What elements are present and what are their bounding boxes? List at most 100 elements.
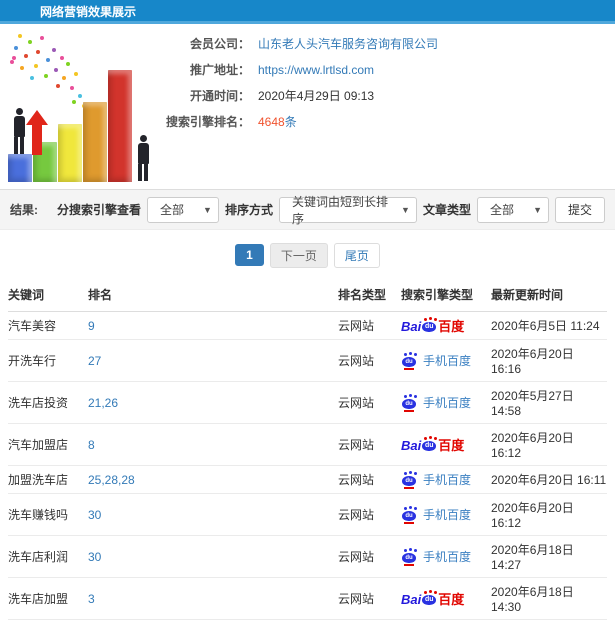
baidu-paw-icon: du — [421, 590, 438, 607]
baidu-logo: Bai du 百度 — [401, 317, 465, 334]
keyword-cell: 洗车赚钱吗 — [8, 493, 88, 536]
engine-cell: Baidu百度 du 手机百度 — [401, 465, 491, 494]
rank-type-cell: 云网站 — [338, 493, 401, 536]
last-page-button[interactable]: 尾页 — [333, 242, 380, 268]
keyword-cell: 洗车店利润 — [8, 535, 88, 578]
col-header-engine-type: 搜索引擎类型 — [401, 280, 491, 312]
open-time-value: 2020年4月29日 09:13 — [258, 89, 375, 103]
table-row: 洗车赚钱吗 30 云网站 Baidu百度 du 手机百度 2020年6月20日 … — [8, 493, 607, 536]
rank-link[interactable]: 3 — [88, 592, 95, 606]
businessman-figure-left — [10, 108, 28, 154]
engine-cell: Baidu百度 du 手机百度 — [401, 381, 491, 424]
keyword-cell: 开洗车行 — [8, 339, 88, 382]
baidu-paw-icon: du — [421, 317, 438, 334]
filter-bar: 结果: 分搜索引擎查看 全部 ▼ 排序方式 关键词由短到长排序 ▼ 文章类型 全… — [0, 189, 615, 230]
company-label: 会员公司： — [189, 37, 250, 51]
updated-cell: 2020年6月5日 11:24 — [491, 311, 607, 340]
rank-cell: 30 — [88, 493, 338, 536]
rank-link[interactable]: 25,28,28 — [88, 473, 135, 487]
table-row: 加盟洗车店 25,28,28 云网站 Baidu百度 du 手机百度 2020年… — [8, 465, 607, 494]
pagination: 1 下一页 尾页 — [0, 230, 615, 280]
rank-cell: 3 — [88, 577, 338, 620]
next-page-button[interactable]: 下一页 — [269, 242, 328, 268]
mobile-baidu-label: 手机百度 — [423, 508, 472, 522]
mobile-baidu-label: 手机百度 — [423, 473, 472, 487]
sort-select[interactable]: 关键词由短到长排序 ▼ — [278, 195, 417, 226]
engine-filter-label: 分搜索引擎查看 — [56, 203, 141, 217]
results-table-wrap: 关键词 排名 排名类型 搜索引擎类型 最新更新时间 汽车美容 9 云网站 Bai… — [0, 280, 615, 620]
page-header: 网络营销效果展示 — [0, 0, 615, 24]
rank-cell: 30 — [88, 535, 338, 578]
baidu-logo: Bai du 百度 — [401, 436, 465, 453]
engine-cell: Baidu百度 du Baidu百度 — [401, 577, 491, 620]
article-type-label: 文章类型 — [422, 203, 471, 217]
col-header-keyword: 关键词 — [8, 280, 88, 312]
rank-type-cell: 云网站 — [338, 465, 401, 494]
updated-cell: 2020年6月20日 16:16 — [491, 339, 607, 382]
article-type-select[interactable]: 全部 ▼ — [476, 196, 549, 223]
rank-link[interactable]: 9 — [88, 319, 95, 333]
mobile-baidu-label: 手机百度 — [423, 354, 472, 368]
mobile-baidu-badge: du 手机百度 — [401, 394, 472, 412]
caret-down-icon: ▼ — [533, 204, 542, 215]
illustration-bar — [108, 70, 132, 182]
illustration-bar — [8, 154, 32, 182]
table-row: 洗车店加盟 3 云网站 Baidu百度 du Baidu百度 2020年6月18… — [8, 577, 607, 620]
keyword-cell: 洗车店投资 — [8, 381, 88, 424]
rank-cell: 8 — [88, 423, 338, 466]
engine-cell: Baidu百度 du 手机百度 — [401, 535, 491, 578]
results-table: 关键词 排名 排名类型 搜索引擎类型 最新更新时间 汽车美容 9 云网站 Bai… — [8, 280, 607, 620]
baidu-paw-icon: du — [421, 436, 438, 453]
col-header-rank: 排名 — [88, 280, 338, 312]
keyword-cell: 加盟洗车店 — [8, 465, 88, 494]
engine-cell: Baidu百度 du 手机百度 — [401, 339, 491, 382]
engine-cell: Baidu百度 du Baidu百度 — [401, 423, 491, 466]
engine-rank-unit: 条 — [284, 115, 297, 129]
mobile-baidu-badge: du 手机百度 — [401, 352, 472, 370]
company-name-link[interactable]: 山东老人头汽车服务咨询有限公司 — [258, 36, 438, 52]
rank-link[interactable]: 8 — [88, 438, 95, 452]
mobile-baidu-label: 手机百度 — [423, 396, 472, 410]
rank-type-cell: 云网站 — [338, 339, 401, 382]
sort-label: 排序方式 — [224, 203, 273, 217]
keyword-cell: 汽车美容 — [8, 311, 88, 340]
updated-cell: 2020年6月20日 16:12 — [491, 423, 607, 466]
result-label: 结果: — [10, 203, 38, 217]
article-type-value: 全部 — [489, 203, 514, 217]
mobile-baidu-paw-icon: du — [401, 506, 418, 524]
mobile-baidu-paw-icon: du — [401, 394, 418, 412]
table-row: 汽车美容 9 云网站 Baidu百度 du Baidu百度 2020年6月5日 … — [8, 311, 607, 340]
illustration-bar — [58, 124, 82, 182]
keyword-cell: 汽车加盟店 — [8, 423, 88, 466]
rank-link[interactable]: 27 — [88, 354, 101, 368]
illustration-bar — [83, 102, 107, 182]
promo-url-link[interactable]: https://www.lrtlsd.com — [258, 62, 374, 78]
rank-link[interactable]: 30 — [88, 508, 101, 522]
caret-down-icon: ▼ — [401, 204, 410, 215]
engine-cell: Baidu百度 du 手机百度 — [401, 493, 491, 536]
col-header-rank-type: 排名类型 — [338, 280, 401, 312]
mobile-baidu-badge: du 手机百度 — [401, 471, 472, 489]
col-header-updated: 最新更新时间 — [491, 280, 607, 312]
caret-down-icon: ▼ — [203, 204, 212, 215]
rank-link[interactable]: 21,26 — [88, 396, 118, 410]
submit-button[interactable]: 提交 — [554, 196, 605, 223]
engine-filter-select[interactable]: 全部 ▼ — [146, 196, 219, 223]
company-info-panel: 会员公司： 山东老人头汽车服务咨询有限公司 推广地址： https://www.… — [165, 24, 615, 189]
rank-cell: 25,28,28 — [88, 465, 338, 494]
table-row: 洗车店利润 30 云网站 Baidu百度 du 手机百度 2020年6月18日 … — [8, 535, 607, 578]
baidu-logo: Bai du 百度 — [401, 590, 465, 607]
updated-cell: 2020年5月27日 14:58 — [491, 381, 607, 424]
mobile-baidu-paw-icon: du — [401, 471, 418, 489]
open-time-label: 开通时间： — [189, 89, 250, 103]
rank-type-cell: 云网站 — [338, 311, 401, 340]
keyword-cell: 洗车店加盟 — [8, 577, 88, 620]
rank-type-cell: 云网站 — [338, 577, 401, 620]
page-button-current[interactable]: 1 — [235, 244, 264, 266]
mobile-baidu-label: 手机百度 — [423, 550, 472, 564]
table-row: 开洗车行 27 云网站 Baidu百度 du 手机百度 2020年6月20日 1… — [8, 339, 607, 382]
rank-link[interactable]: 30 — [88, 550, 101, 564]
rank-cell: 21,26 — [88, 381, 338, 424]
sort-value: 关键词由短到长排序 — [291, 194, 388, 226]
growth-chart-illustration — [0, 24, 165, 189]
